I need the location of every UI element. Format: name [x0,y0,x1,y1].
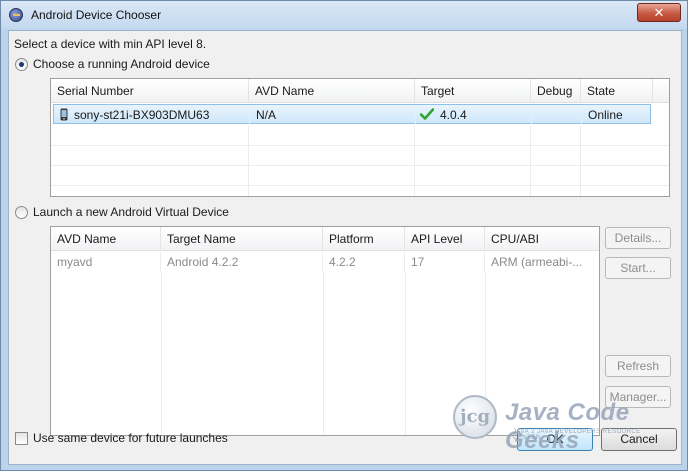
device-target-cell: 4.0.4 [416,105,532,125]
start-button[interactable]: Start... [605,257,671,279]
device-debug-cell [532,105,582,125]
device-avd-cell: N/A [250,105,416,125]
running-device-radio[interactable] [15,58,28,71]
watermark-text: Java Code Geeks [505,399,630,454]
prompt-text: Select a device with min API level 8. [14,37,207,51]
watermark-subtext: JAVA 2 JAVA DEVELOPERS RESOURCE CENTER [513,429,641,441]
col-state[interactable]: State [581,79,653,103]
details-button[interactable]: Details... [605,227,671,249]
device-row-selected[interactable]: sony-st21i-BX903DMU63 N/A 4.0.4 Online [53,104,651,125]
device-serial-text: sony-st21i-BX903DMU63 [74,108,210,122]
col-platform[interactable]: Platform [323,227,405,251]
dialog-window: Android Device Chooser ✕ Select a device… [0,0,688,471]
launch-avd-label: Launch a new Android Virtual Device [33,205,229,219]
device-state-cell: Online [588,108,623,122]
empty-row [51,186,669,196]
same-device-checkbox[interactable] [15,432,28,445]
avd-row[interactable]: myavd Android 4.2.2 4.2.2 17 ARM (armeab… [51,252,599,272]
col-api-level[interactable]: API Level [405,227,485,251]
refresh-button[interactable]: Refresh [605,355,671,377]
device-serial-cell: sony-st21i-BX903DMU63 [54,105,250,125]
empty-row [51,166,669,186]
avd-name-cell: myavd [51,252,161,272]
col-cpu-abi[interactable]: CPU/ABI [485,227,599,251]
title-bar[interactable]: Android Device Chooser ✕ [1,1,687,29]
checkmark-icon [419,108,435,120]
avd-platform-cell: 4.2.2 [323,252,405,272]
same-device-label: Use same device for future launches [33,431,228,445]
empty-row [51,126,669,146]
col-debug[interactable]: Debug [531,79,581,103]
close-button[interactable]: ✕ [637,3,681,22]
device-target-text: 4.0.4 [440,108,467,122]
avd-table-header: AVD Name Target Name Platform API Level … [51,227,599,251]
eclipse-icon [9,8,23,22]
running-device-label: Choose a running Android device [33,57,210,71]
launch-avd-radio[interactable] [15,206,28,219]
empty-row [51,146,669,166]
avd-cpu-cell: ARM (armeabi-... [491,255,583,269]
col-avd-name[interactable]: AVD Name [249,79,415,103]
col-target-name[interactable]: Target Name [161,227,323,251]
avd-api-cell: 17 [405,252,485,272]
running-table-header: Serial Number AVD Name Target Debug Stat… [51,79,669,103]
col-serial-number[interactable]: Serial Number [51,79,249,103]
phone-icon [60,108,68,121]
running-devices-table: Serial Number AVD Name Target Debug Stat… [50,78,670,197]
avd-target-cell: Android 4.2.2 [161,252,323,272]
window-title: Android Device Chooser [31,8,162,22]
col-target[interactable]: Target [415,79,531,103]
col-avd-name[interactable]: AVD Name [51,227,161,251]
watermark-logo: jcg Java Code Geeks JAVA 2 JAVA DEVELOPE… [453,391,669,454]
jcg-logo-icon: jcg [453,395,497,439]
